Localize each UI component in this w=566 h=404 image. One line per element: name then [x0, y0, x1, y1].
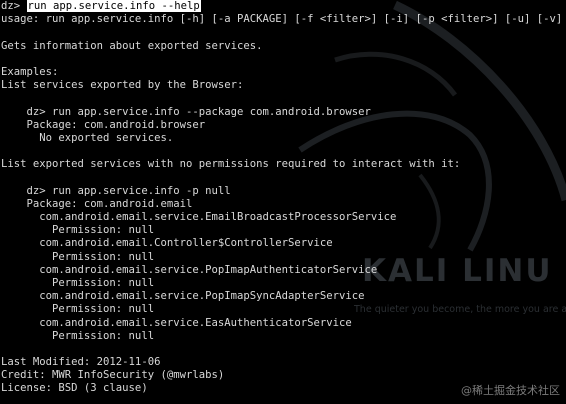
output-line: Examples: [1, 65, 59, 78]
output-line: com.android.email.service.PopImapSyncAda… [1, 290, 365, 303]
output-line: dz> run app.service.info --package com.a… [1, 105, 371, 118]
output-line: Permission: null [1, 303, 155, 316]
output-line: Last Modified: 2012-11-06 [1, 356, 161, 369]
site-watermark: @稀土掘金技术社区 [461, 384, 560, 397]
terminal-window[interactable]: KALI LINU The quieter you become, the mo… [0, 0, 566, 404]
terminal-output: dz> run app.service.info --help usage: r… [1, 0, 562, 404]
output-line: Gets information about exported services… [1, 39, 263, 52]
output-line: Permission: null [1, 276, 155, 289]
output-line: No exported services. [1, 131, 174, 144]
output-line: Permission: null [1, 329, 155, 342]
output-line: Package: com.android.email [1, 197, 193, 210]
shell-prompt: dz> [1, 0, 27, 12]
output-line: Permission: null [1, 224, 155, 237]
output-line: Credit: MWR InfoSecurity (@mwrlabs) [1, 369, 225, 382]
output-line: dz> run app.service.info -p null [1, 184, 231, 197]
output-line: List exported services with no permissio… [1, 158, 461, 171]
output-line: com.android.email.service.EasAuthenticat… [1, 316, 352, 329]
output-line: Permission: null [1, 250, 155, 263]
output-line: List services exported by the Browser: [1, 79, 244, 92]
output-line: com.android.email.service.PopImapAuthent… [1, 263, 378, 276]
output-line: Package: com.android.browser [1, 118, 206, 131]
output-line: usage: run app.service.info [-h] [-a PAC… [1, 13, 563, 26]
output-line: com.android.email.service.EmailBroadcast… [1, 211, 397, 223]
command-line: dz> run app.service.info --help [1, 0, 562, 13]
entered-command[interactable]: run app.service.info --help [26, 0, 201, 12]
output-line: com.android.email.Controller$ControllerS… [1, 237, 333, 250]
